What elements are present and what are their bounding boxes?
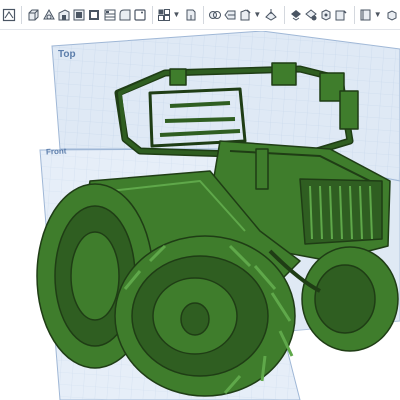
- revolve-button[interactable]: [41, 4, 55, 26]
- chamfer-button[interactable]: [133, 4, 147, 26]
- shell-button[interactable]: [183, 4, 197, 26]
- shell-icon: [186, 9, 196, 20]
- split-icon: [240, 8, 251, 20]
- plane-icon: [305, 8, 317, 20]
- toolbar-separator: [283, 5, 285, 24]
- pattern-dropdown-caret[interactable]: ▼: [173, 4, 181, 26]
- mate-connector-button[interactable]: [319, 4, 333, 26]
- sweep-button[interactable]: [57, 4, 71, 26]
- loft-icon: [73, 9, 85, 20]
- toolbar-separator: [21, 5, 23, 24]
- section-dropdown-caret[interactable]: ▼: [374, 4, 382, 26]
- top-plane-label: Top: [58, 49, 76, 60]
- toolbar-separator: [202, 5, 204, 24]
- toolbar-separator: [152, 5, 154, 24]
- enclose-button[interactable]: [103, 4, 117, 26]
- measure-button[interactable]: [334, 4, 348, 26]
- section-icon: [360, 9, 371, 20]
- thicken-button[interactable]: [87, 4, 101, 26]
- split-dropdown-caret[interactable]: ▼: [253, 4, 261, 26]
- section-button[interactable]: [358, 4, 372, 26]
- chamfer-icon: [134, 8, 146, 21]
- transform-icon: [265, 8, 278, 21]
- feature-toolbar: ▼ ▼ ▼: [0, 0, 400, 30]
- pattern-button[interactable]: [157, 4, 171, 26]
- extrude-icon: [28, 9, 39, 20]
- mirror-button[interactable]: [288, 4, 302, 26]
- boolean-icon: [224, 10, 236, 19]
- mate-connector-icon: [321, 8, 331, 21]
- thicken-icon: [89, 9, 100, 20]
- view-cube-button[interactable]: [385, 4, 399, 26]
- enclose-icon: [104, 9, 116, 20]
- sketch-icon: [3, 8, 16, 21]
- plane-button[interactable]: [304, 4, 318, 26]
- revolve-icon: [42, 8, 55, 19]
- toolbar-separator: [353, 5, 355, 24]
- extrude-button[interactable]: [26, 4, 40, 26]
- 3d-viewport[interactable]: Top Front: [0, 31, 400, 400]
- sweep-icon: [58, 8, 70, 20]
- pattern-icon: [158, 8, 171, 21]
- sketch-button[interactable]: [2, 4, 16, 26]
- loft-button[interactable]: [72, 4, 86, 26]
- mirror-icon: [290, 9, 301, 21]
- front-plane-label: Front: [45, 146, 67, 157]
- scene-canvas[interactable]: [0, 31, 400, 400]
- draft-icon: [208, 10, 221, 19]
- fillet-button[interactable]: [118, 4, 132, 26]
- boolean-button[interactable]: [223, 4, 237, 26]
- measure-icon: [335, 9, 347, 20]
- fillet-icon: [119, 9, 131, 20]
- draft-button[interactable]: [208, 4, 222, 26]
- transform-button[interactable]: [264, 4, 278, 26]
- view-cube-icon: [387, 9, 397, 21]
- split-button[interactable]: [238, 4, 252, 26]
